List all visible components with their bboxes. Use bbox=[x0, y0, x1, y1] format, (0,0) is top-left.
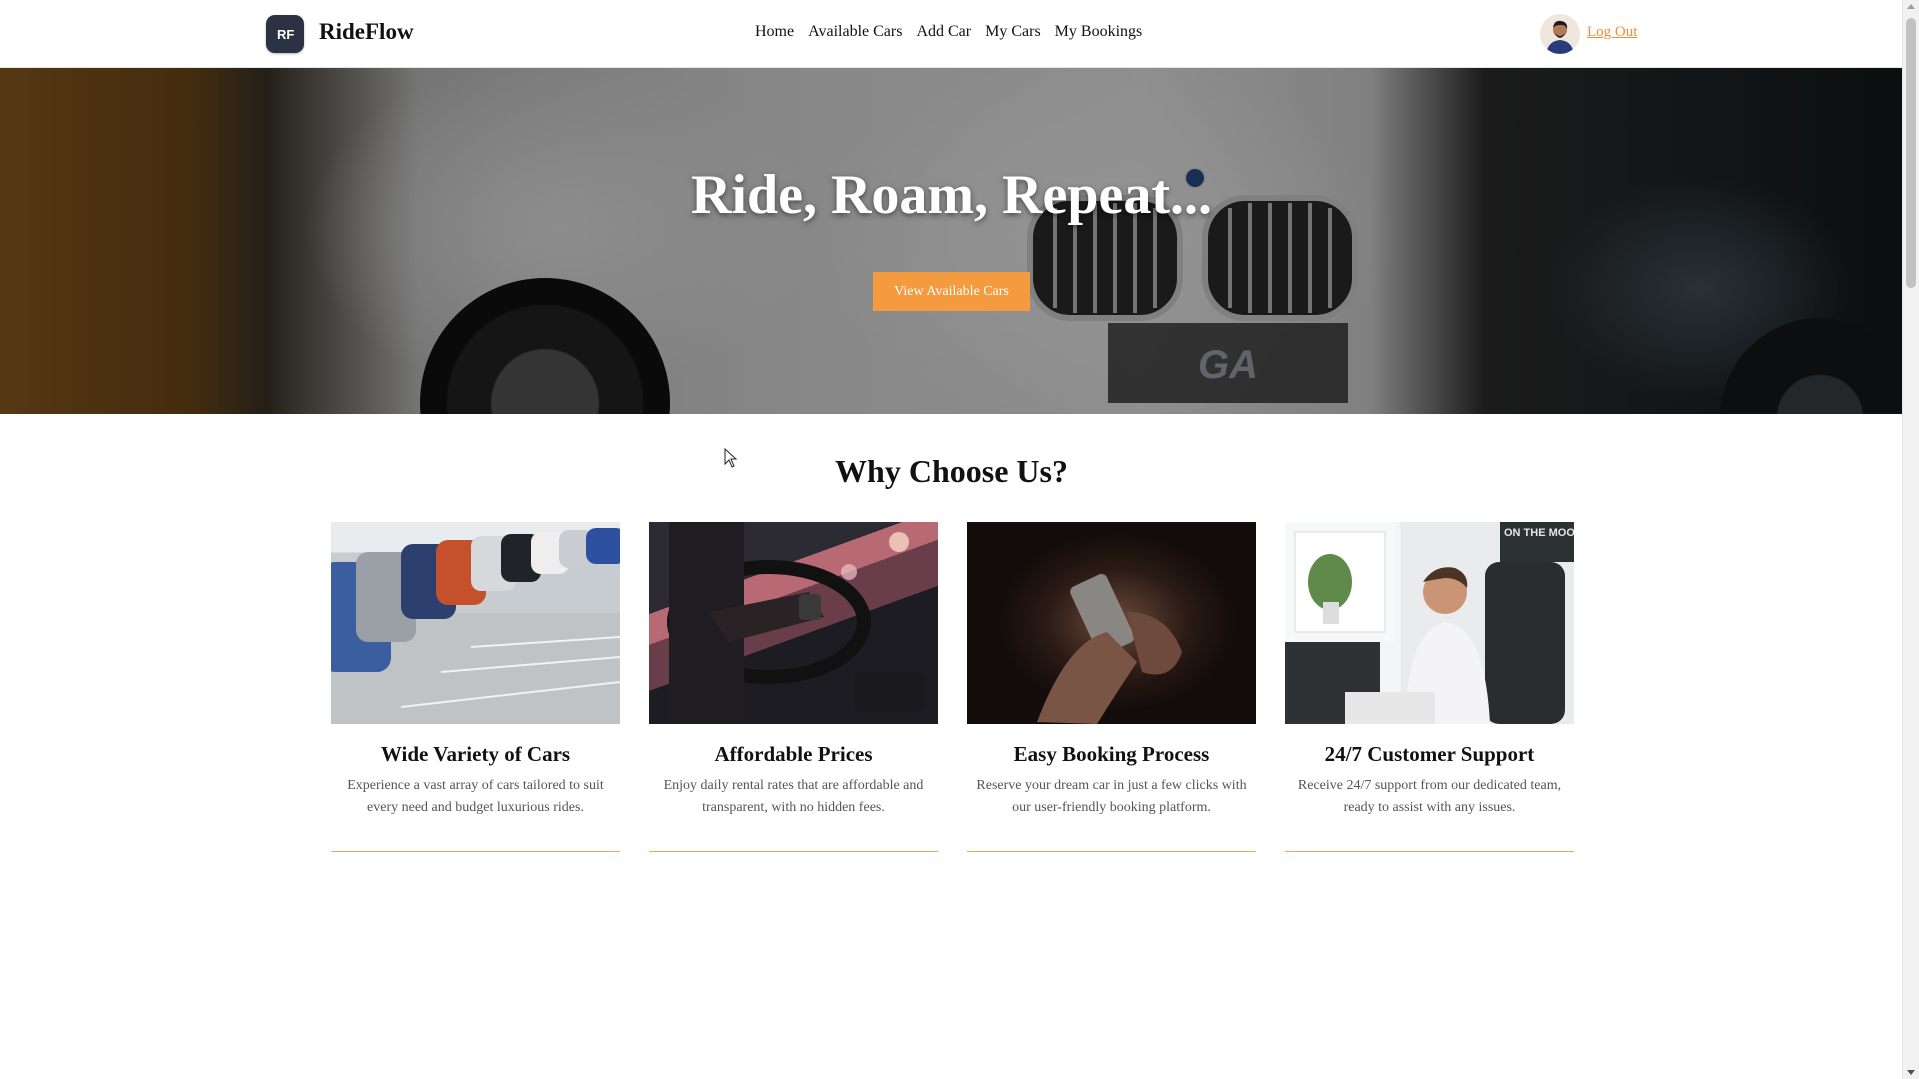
page-scrollbar[interactable] bbox=[1902, 0, 1919, 1079]
main-nav: Home Available Cars Add Car My Cars My B… bbox=[755, 23, 1142, 41]
logo-text: RF bbox=[277, 27, 294, 42]
parking-lot-image bbox=[331, 522, 620, 724]
feature-card-prices: Affordable Prices Enjoy daily rental rat… bbox=[649, 522, 938, 852]
view-available-cars-button[interactable]: View Available Cars bbox=[873, 272, 1030, 311]
nav-my-bookings[interactable]: My Bookings bbox=[1055, 23, 1143, 41]
feature-card-support: ON THE MOO 24/7 Customer Support Receive… bbox=[1285, 522, 1574, 852]
card-title: Affordable Prices bbox=[714, 742, 873, 766]
brand-name[interactable]: RideFlow bbox=[319, 19, 414, 45]
feature-cards: Wide Variety of Cars Experience a vast a… bbox=[331, 522, 1574, 852]
nav-add-car[interactable]: Add Car bbox=[916, 23, 971, 41]
hero-title: Ride, Roam, Repeat... bbox=[690, 164, 1213, 226]
rideflow-logo-icon[interactable]: RF bbox=[266, 15, 304, 53]
card-text: Experience a vast array of cars tailored… bbox=[347, 778, 604, 815]
support-agent-image: ON THE MOO bbox=[1285, 522, 1574, 724]
card-text: Enjoy daily rental rates that are afford… bbox=[663, 778, 924, 815]
avatar-person-icon bbox=[1540, 14, 1580, 54]
logout-link[interactable]: Log Out bbox=[1587, 24, 1637, 41]
card-title: Easy Booking Process bbox=[1013, 742, 1210, 766]
card-title: 24/7 Customer Support bbox=[1324, 742, 1535, 766]
nav-my-cars[interactable]: My Cars bbox=[985, 23, 1041, 41]
phone-in-hands-image bbox=[967, 522, 1256, 724]
hero-banner: GA Ride, Roam, Repeat... View Available … bbox=[0, 68, 1903, 414]
feature-card-booking: Easy Booking Process Reserve your dream … bbox=[967, 522, 1256, 852]
scrollbar-thumb[interactable] bbox=[1906, 18, 1916, 288]
why-choose-us-title: Why Choose Us? bbox=[835, 453, 1068, 489]
card-text: Reserve your dream car in just a few cli… bbox=[976, 778, 1247, 815]
feature-card-variety: Wide Variety of Cars Experience a vast a… bbox=[331, 522, 620, 852]
navbar: RF RideFlow Home Available Cars Add Car … bbox=[0, 0, 1903, 68]
scroll-up-arrow-icon[interactable] bbox=[1907, 4, 1915, 9]
nav-home[interactable]: Home bbox=[755, 23, 794, 41]
card-title: Wide Variety of Cars bbox=[380, 742, 571, 766]
user-avatar[interactable] bbox=[1540, 14, 1580, 54]
driver-steering-image bbox=[649, 522, 938, 724]
logo-glyph: RF bbox=[277, 27, 294, 42]
card-text: Receive 24/7 support from our dedicated … bbox=[1297, 778, 1562, 815]
nav-available-cars[interactable]: Available Cars bbox=[808, 23, 902, 41]
hero-overlay bbox=[0, 68, 1903, 414]
poster-text: ON THE MOO bbox=[1504, 527, 1574, 539]
scroll-down-arrow-icon[interactable] bbox=[1907, 1070, 1915, 1075]
